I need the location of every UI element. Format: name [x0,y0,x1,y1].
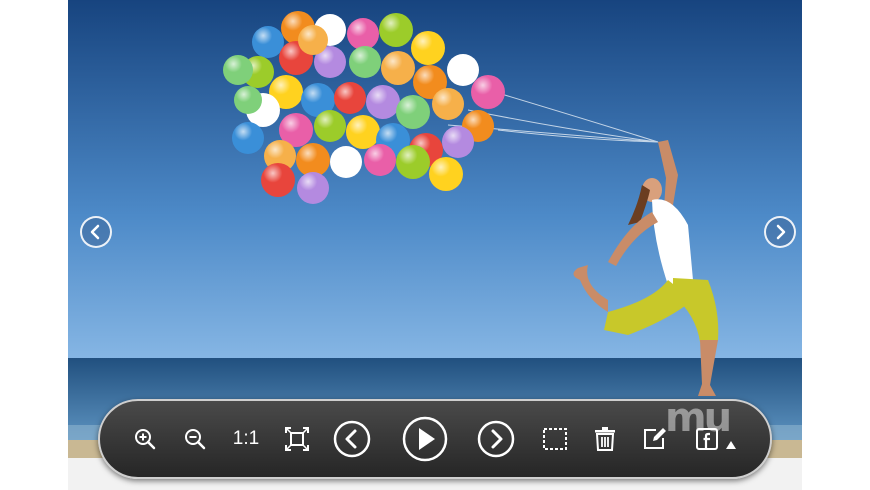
chevron-left-icon [90,224,100,240]
balloon-highlight [366,85,400,119]
balloon-highlight [349,46,381,78]
balloon-highlight [346,115,380,149]
delete-button[interactable] [590,401,620,477]
balloon-highlight [447,54,479,86]
balloon-highlight [252,26,284,58]
watermark-logo: mu [665,395,732,441]
balloon-highlight [379,13,413,47]
balloon-highlight [334,82,366,114]
balloon-highlight [471,75,505,109]
actual-size-label: 1:1 [232,428,260,449]
balloon-highlight [223,55,253,85]
balloon-highlight [232,122,264,154]
balloon-highlight [330,146,362,178]
balloon-highlight [396,95,430,129]
balloon-highlight [396,145,430,179]
next-button[interactable] [476,401,516,477]
zoom-out-icon [185,429,206,450]
zoom-in-icon [135,429,156,450]
fit-screen-button[interactable] [282,401,312,477]
balloon-highlight [411,31,445,65]
trash-icon [595,427,615,451]
previous-icon [333,420,371,458]
play-slideshow-button[interactable] [400,401,450,477]
previous-photo-button[interactable] [80,216,112,248]
select-button[interactable] [540,401,570,477]
balloon-highlight [298,25,328,55]
balloon-highlight [296,143,330,177]
balloon-highlight [261,163,295,197]
next-photo-button[interactable] [764,216,796,248]
balloon-highlight [432,88,464,120]
balloon-highlight [314,110,346,142]
share-menu-caret-icon[interactable] [726,441,736,449]
balloon-highlight [347,18,379,50]
actual-size-button[interactable]: 1:1 [226,401,266,477]
zoom-out-button[interactable] [180,401,210,477]
balloon-highlight [297,172,329,204]
balloon-highlight [364,144,396,176]
balloon-highlight [381,51,415,85]
zoom-in-button[interactable] [130,401,160,477]
balloon-highlight [234,86,262,114]
balloon-highlight [442,126,474,158]
previous-button[interactable] [332,401,372,477]
play-icon [402,416,448,462]
selection-icon [543,428,567,450]
next-icon [477,420,515,458]
chevron-right-icon [776,224,786,240]
balloon-highlight [429,157,463,191]
fit-screen-icon [285,427,309,451]
